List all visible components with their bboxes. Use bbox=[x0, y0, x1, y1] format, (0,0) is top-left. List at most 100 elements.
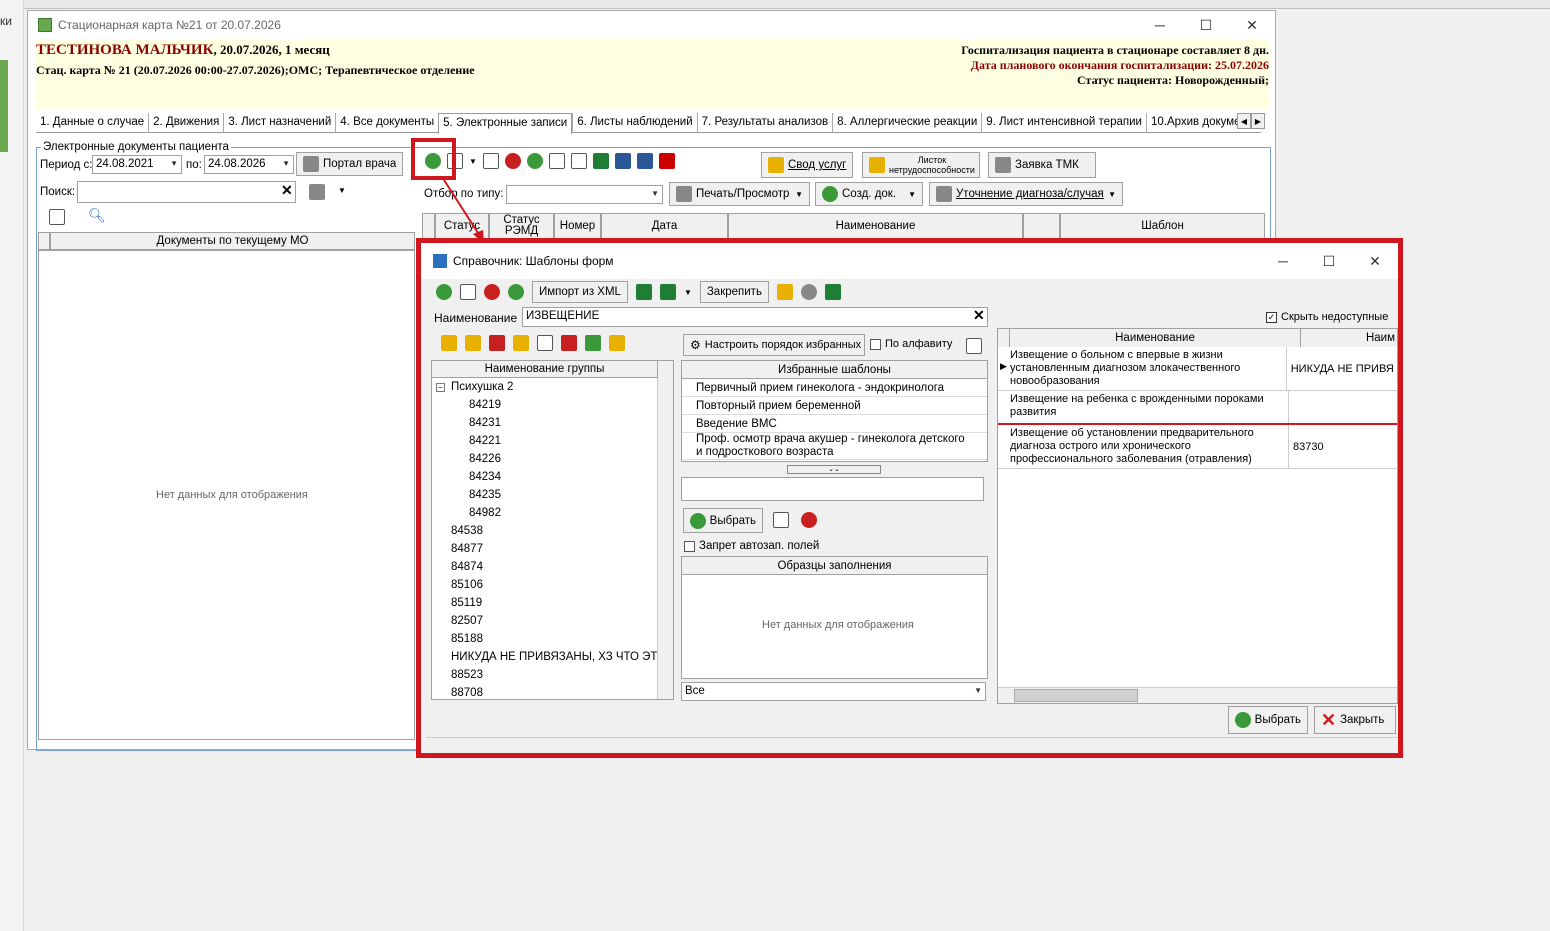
tree-node[interactable]: 88708 bbox=[432, 684, 673, 699]
clear-name-icon[interactable]: ✕ bbox=[973, 307, 985, 324]
export-icon[interactable] bbox=[309, 184, 325, 200]
table-row[interactable]: ▶ Извещение о больном с впервые в жизни … bbox=[998, 347, 1397, 391]
svod-button[interactable]: Свод услуг bbox=[761, 152, 854, 178]
hide-unavailable-option[interactable]: ✓ Скрыть недоступные bbox=[1266, 311, 1388, 323]
excel-icon[interactable] bbox=[592, 153, 609, 169]
refresh-icon[interactable] bbox=[526, 153, 543, 169]
period-to-input[interactable]: 24.08.2026 bbox=[204, 155, 294, 174]
tree-node-psihushka[interactable]: − Психушка 2 bbox=[432, 378, 673, 396]
col-remd-status[interactable]: Статус РЭМД bbox=[489, 213, 554, 239]
tab-movements[interactable]: 2. Движения bbox=[148, 113, 223, 133]
delete-record-icon[interactable] bbox=[504, 153, 521, 169]
tree-node[interactable]: 82507 bbox=[432, 612, 673, 630]
no-autofill-option[interactable]: Запрет автозап. полей bbox=[684, 540, 819, 552]
upload-dropdown-icon[interactable]: ▼ bbox=[684, 288, 692, 297]
edit-record-icon[interactable] bbox=[482, 153, 499, 169]
columns-icon[interactable] bbox=[49, 209, 65, 225]
dialog-edit-icon[interactable] bbox=[460, 284, 476, 300]
dialog-add-icon[interactable] bbox=[436, 284, 452, 300]
tree-node[interactable]: 84221 bbox=[432, 432, 673, 450]
tmk-button[interactable]: Заявка ТМК bbox=[988, 152, 1096, 178]
copy-dropdown-icon[interactable]: ▼ bbox=[469, 157, 477, 166]
tab-analysis-results[interactable]: 7. Результаты анализов bbox=[696, 113, 832, 133]
unsign-icon[interactable] bbox=[570, 153, 587, 169]
favorite-item[interactable]: Введение ВМС bbox=[682, 415, 987, 433]
clock-icon[interactable] bbox=[800, 284, 817, 300]
dialog-excel-icon[interactable] bbox=[824, 284, 841, 300]
col-template[interactable]: Шаблон bbox=[1060, 213, 1265, 239]
tree-node[interactable]: 84219 bbox=[432, 396, 673, 414]
print-dropdown-icon[interactable]: ▼ bbox=[795, 190, 803, 199]
sign-icon[interactable] bbox=[548, 153, 565, 169]
table-col-group[interactable]: Наим bbox=[1301, 329, 1397, 347]
dialog-minimize-button[interactable]: ─ bbox=[1260, 247, 1306, 275]
xml-download-icon[interactable] bbox=[635, 284, 652, 300]
clear-search-icon[interactable]: ✕ bbox=[281, 182, 293, 199]
favorites-copy-icon[interactable] bbox=[966, 338, 982, 354]
save-icon[interactable] bbox=[636, 153, 653, 169]
tree-scrollbar[interactable] bbox=[657, 361, 673, 699]
portal-button[interactable]: Портал врача bbox=[296, 152, 404, 176]
ok-button[interactable]: Выбрать bbox=[1228, 706, 1308, 734]
splitter-icon[interactable]: ⌄⌄ bbox=[787, 465, 881, 474]
sample-delete-icon[interactable] bbox=[801, 512, 817, 528]
dialog-refresh-icon[interactable] bbox=[508, 284, 524, 300]
sample-edit-icon[interactable] bbox=[773, 512, 789, 528]
alphabet-checkbox[interactable] bbox=[870, 338, 881, 350]
pdf-icon[interactable] bbox=[658, 153, 675, 169]
tab-prescriptions[interactable]: 3. Лист назначений bbox=[223, 113, 335, 133]
close-dialog-button[interactable]: ✕ Закрыть bbox=[1314, 706, 1396, 734]
tree-node[interactable]: НИКУДА НЕ ПРИВЯЗАНЫ, ХЗ ЧТО ЭТО bbox=[432, 648, 673, 666]
sick-leave-button[interactable]: Листок нетрудоспособности bbox=[862, 152, 980, 178]
tree-node[interactable]: 85106 bbox=[432, 576, 673, 594]
table-col-name[interactable]: Наименование bbox=[1010, 329, 1301, 347]
export-dropdown-icon[interactable]: ▼ bbox=[338, 186, 346, 195]
table-hscrollbar[interactable] bbox=[998, 687, 1397, 703]
tree-node[interactable]: 84538 bbox=[432, 522, 673, 540]
tab-intensive-therapy[interactable]: 9. Лист интенсивной терапии bbox=[981, 113, 1146, 133]
tab-allergic-reactions[interactable]: 8. Аллергические реакции bbox=[832, 113, 981, 133]
add-folder-icon[interactable] bbox=[441, 335, 457, 351]
configure-favorites-button[interactable]: ⚙ Настроить порядок избранных bbox=[683, 334, 865, 356]
dialog-maximize-button[interactable]: ☐ bbox=[1306, 247, 1352, 275]
col-date[interactable]: Дата bbox=[601, 213, 728, 239]
tree-node[interactable]: 84235 bbox=[432, 486, 673, 504]
clear-filter-icon[interactable] bbox=[561, 335, 577, 351]
search-input[interactable] bbox=[77, 181, 296, 203]
favorite-item[interactable]: Первичный прием гинеколога - эндокриноло… bbox=[682, 379, 987, 397]
tree-node[interactable]: 84231 bbox=[432, 414, 673, 432]
tree-node[interactable]: 88523 bbox=[432, 666, 673, 684]
favorite-item[interactable]: Проф. осмотр врача акушер - гинеколога д… bbox=[682, 433, 987, 460]
tab-scroll-right-icon[interactable]: ▶ bbox=[1251, 113, 1265, 129]
tab-electronic-records[interactable]: 5. Электронные записи bbox=[438, 113, 573, 134]
tab-observation-sheets[interactable]: 6. Листы наблюдений bbox=[572, 113, 696, 133]
choose-small-button[interactable]: Выбрать bbox=[683, 508, 763, 533]
tree-node[interactable]: 85188 bbox=[432, 630, 673, 648]
maximize-button[interactable]: ☐ bbox=[1183, 11, 1229, 39]
dialog-delete-icon[interactable] bbox=[484, 284, 500, 300]
add-favorite-icon[interactable] bbox=[585, 335, 601, 351]
favorite-item[interactable]: Повторный прием беременной bbox=[682, 397, 987, 415]
clarify-diagnosis-button[interactable]: Уточнение диагноза/случая ▼ bbox=[929, 182, 1123, 206]
create-doc-button[interactable]: Созд. док. ▼ bbox=[815, 182, 923, 206]
copy-icon[interactable] bbox=[776, 284, 793, 300]
tree-header[interactable]: Наименование группы bbox=[431, 360, 658, 378]
tab-all-documents[interactable]: 4. Все документы bbox=[335, 113, 438, 133]
samples-filter-select[interactable]: Все bbox=[681, 682, 986, 701]
hide-unavailable-checkbox[interactable]: ✓ bbox=[1266, 311, 1277, 323]
name-search-input[interactable]: ИЗВЕЩЕНИЕ bbox=[522, 307, 988, 327]
alphabet-option[interactable]: По алфавиту bbox=[870, 338, 952, 350]
tree-node[interactable]: 85119 bbox=[432, 594, 673, 612]
no-autofill-checkbox[interactable] bbox=[684, 540, 695, 552]
tree-node[interactable]: 84874 bbox=[432, 558, 673, 576]
dialog-close-button[interactable]: ✕ bbox=[1352, 247, 1398, 275]
favorites-note-input[interactable] bbox=[681, 477, 984, 501]
collapse-icon[interactable]: − bbox=[436, 382, 445, 392]
tree-node[interactable]: 84234 bbox=[432, 468, 673, 486]
minimize-button[interactable]: ─ bbox=[1137, 11, 1183, 39]
search-icon[interactable]: 🔍︎ bbox=[88, 207, 106, 224]
word-icon[interactable] bbox=[614, 153, 631, 169]
tab-scroll-left-icon[interactable]: ◀ bbox=[1237, 113, 1251, 129]
print-button[interactable]: Печать/Просмотр ▼ bbox=[669, 182, 810, 206]
clarify-dropdown-icon[interactable]: ▼ bbox=[1108, 190, 1116, 199]
